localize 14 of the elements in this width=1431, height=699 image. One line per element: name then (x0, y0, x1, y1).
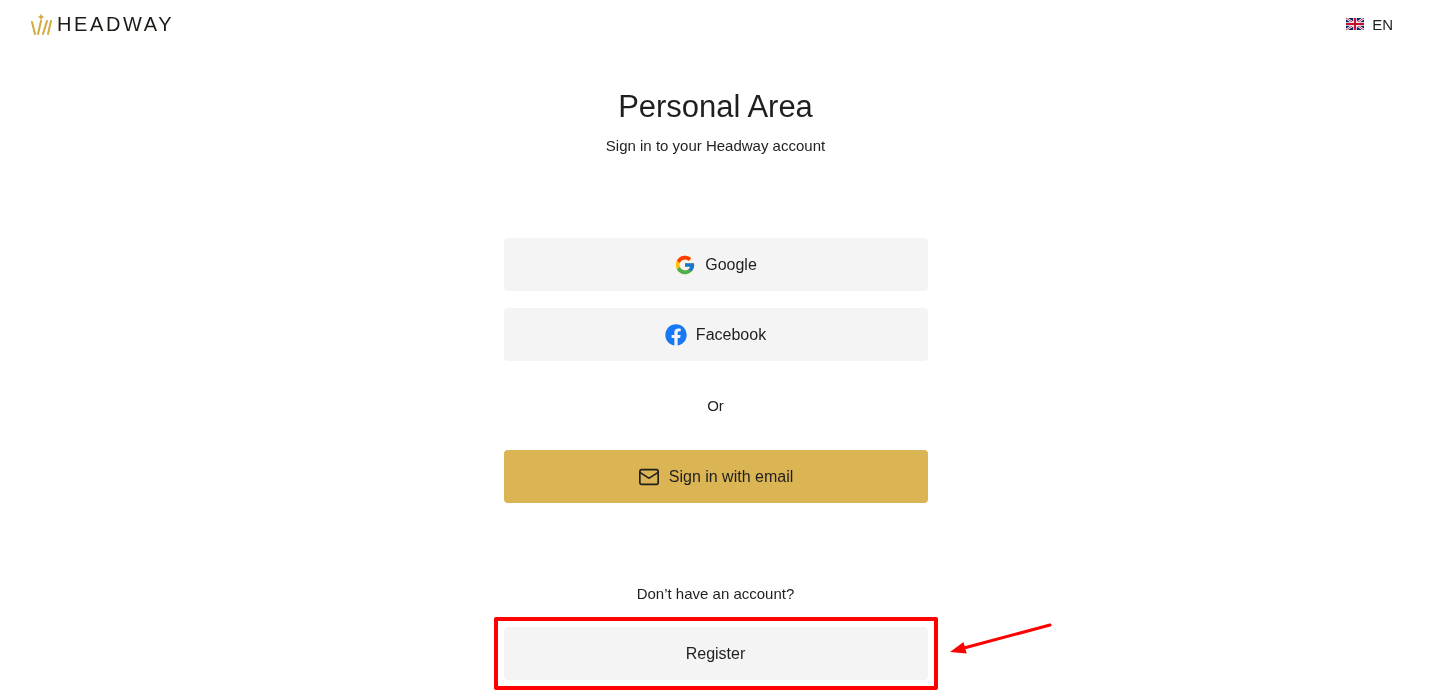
google-sign-in-button[interactable]: Google (503, 238, 928, 291)
language-selector[interactable]: EN (1372, 15, 1393, 33)
google-g-icon (674, 253, 697, 276)
email-sign-in-button[interactable]: Sign in with email (503, 450, 928, 503)
or-divider-text: Or (707, 396, 724, 416)
logo-text: HEADWAY (57, 12, 175, 36)
uk-flag-icon (1346, 18, 1365, 30)
logo-icon (30, 13, 52, 35)
page-title: Personal Area (618, 89, 813, 125)
register-prompt: Don’t have an account? (636, 584, 795, 604)
page-subtitle: Sign in to your Headway account (605, 136, 826, 156)
register-button[interactable]: Register (503, 627, 928, 680)
facebook-f-icon (664, 323, 687, 346)
facebook-sign-in-button[interactable]: Facebook (503, 308, 928, 361)
